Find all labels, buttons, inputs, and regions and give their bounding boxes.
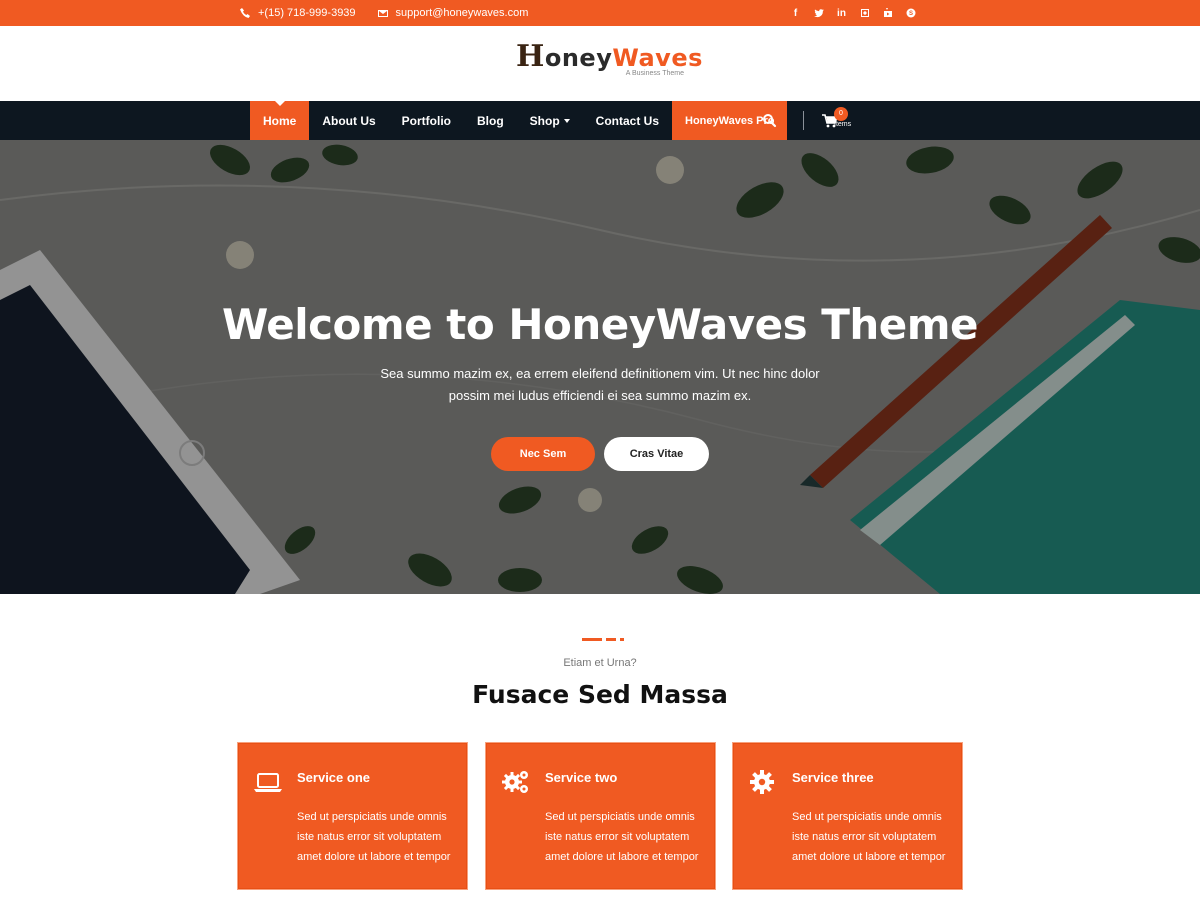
phone-number: +(15) 718-999-3939 (258, 7, 356, 19)
gear-icon (750, 770, 774, 794)
service-card-one[interactable]: Service one Sed ut perspiciatis unde omn… (238, 743, 467, 889)
linkedin-icon[interactable]: in (836, 8, 847, 19)
cart-count-badge: 0 (834, 107, 848, 121)
nav-item-contact-us[interactable]: Contact Us (583, 101, 672, 140)
section-separator (582, 638, 624, 641)
phone-icon (240, 8, 250, 18)
nav-item-shop[interactable]: Shop (517, 101, 583, 140)
site-logo[interactable]: HoneyWaves A Business Theme (516, 39, 703, 82)
nav-item-about-us[interactable]: About Us (309, 101, 388, 140)
main-navigation: Home About Us Portfolio Blog Shop Contac… (0, 101, 1200, 140)
cart-items-label: Items (834, 121, 852, 128)
search-icon[interactable] (762, 113, 777, 128)
service-text: Sed ut perspiciatis unde omnis iste natu… (792, 811, 946, 863)
top-bar: +(15) 718-999-3939 support@honeywaves.co… (0, 0, 1200, 26)
hero-title: Welcome to HoneyWaves Theme (221, 300, 979, 349)
service-card-three[interactable]: Service three Sed ut perspiciatis unde o… (733, 743, 962, 889)
service-text: Sed ut perspiciatis unde omnis iste natu… (545, 811, 699, 863)
contact-info: +(15) 718-999-3939 support@honeywaves.co… (240, 0, 528, 26)
service-cards: Service one Sed ut perspiciatis unde omn… (238, 743, 962, 889)
service-title: Service three (792, 770, 874, 785)
nec-sem-button[interactable]: Nec Sem (491, 437, 595, 471)
site-header: HoneyWaves A Business Theme (0, 26, 1200, 101)
section-kicker: Etiam et Urna? (563, 657, 637, 669)
service-card-two[interactable]: Service two Sed ut perspiciatis unde omn… (486, 743, 715, 889)
instagram-icon[interactable] (859, 8, 870, 19)
email-address: support@honeywaves.com (395, 7, 529, 19)
nav-divider (803, 111, 804, 130)
services-section: Etiam et Urna? Fusace Sed Massa Service … (0, 594, 1200, 900)
skype-icon[interactable]: S (905, 8, 916, 19)
youtube-icon[interactable] (882, 8, 893, 19)
cras-vitae-button[interactable]: Cras Vitae (604, 437, 709, 471)
logo-tagline: A Business Theme (625, 70, 684, 77)
section-heading: Fusace Sed Massa (472, 680, 728, 709)
hero-text: Sea summo mazim ex, ea errem eleifend de… (380, 366, 820, 403)
twitter-icon[interactable] (813, 8, 824, 19)
nav-item-home[interactable]: Home (250, 101, 310, 140)
nav-item-portfolio[interactable]: Portfolio (389, 101, 464, 140)
phone-contact[interactable]: +(15) 718-999-3939 (240, 7, 356, 19)
chevron-down-icon (563, 118, 570, 123)
service-title: Service one (297, 770, 370, 785)
logo-wordmark: HoneyWaves (516, 39, 703, 74)
nav-item-blog[interactable]: Blog (464, 101, 517, 140)
email-contact[interactable]: support@honeywaves.com (377, 7, 529, 19)
service-title: Service two (545, 770, 618, 785)
envelope-icon (377, 10, 388, 17)
svg-text:S: S (908, 11, 912, 17)
service-text: Sed ut perspiciatis unde omnis iste natu… (297, 811, 451, 863)
facebook-icon[interactable]: f (790, 8, 801, 19)
cogs-icon (502, 771, 528, 793)
social-links: f in S (790, 0, 916, 26)
laptop-icon (254, 773, 282, 792)
hero-banner: Welcome to HoneyWaves Theme Sea summo ma… (0, 140, 1200, 594)
